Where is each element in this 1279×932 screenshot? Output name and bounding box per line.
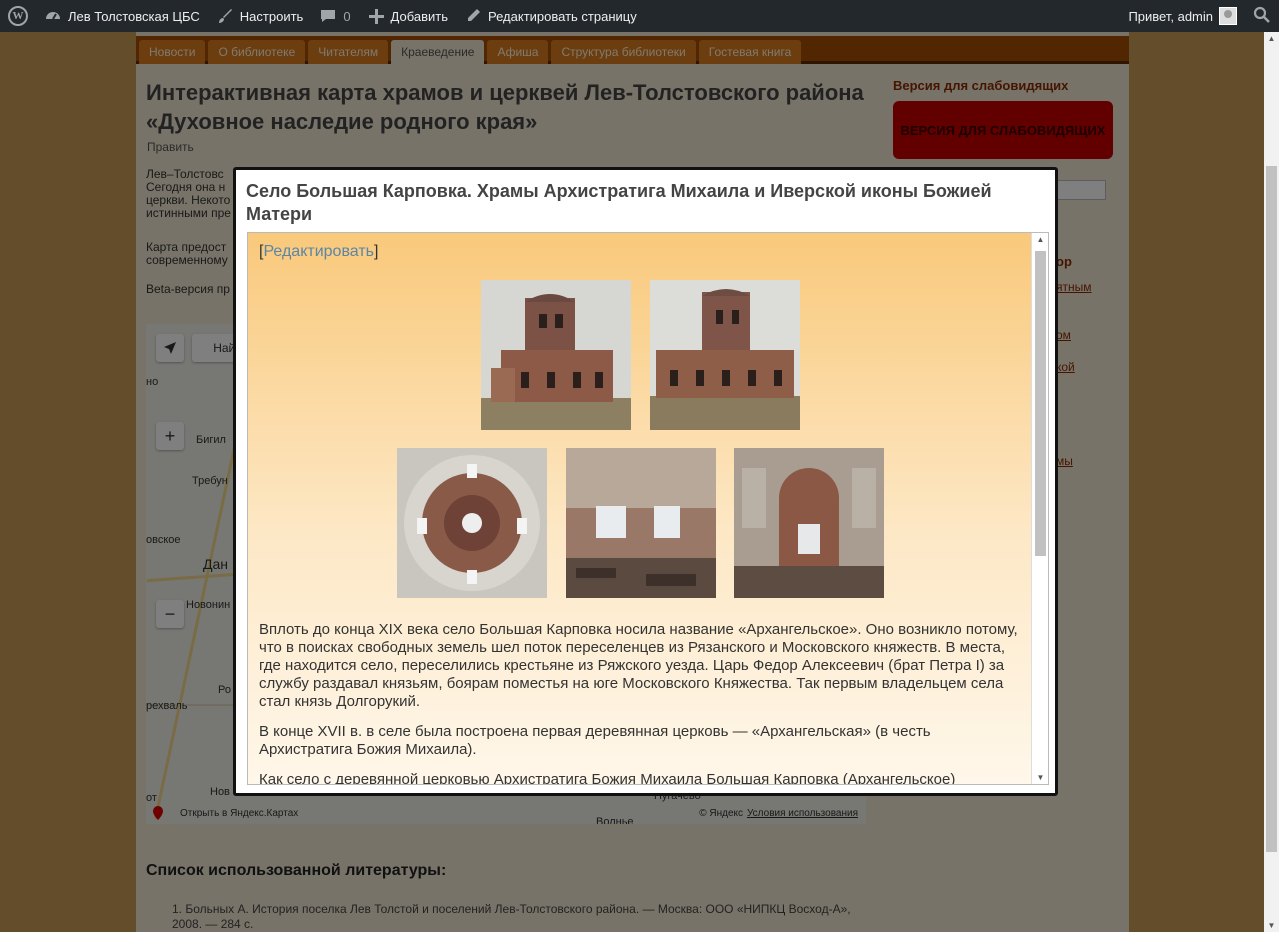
edit-page-link[interactable]: Редактировать страницу xyxy=(456,0,645,32)
modal-paragraph: Как село с деревянной церковью Архистрат… xyxy=(259,771,956,785)
edit-page-label: Редактировать страницу xyxy=(488,8,637,24)
pencil-icon xyxy=(464,7,482,25)
modal-body: [Редактировать] Вплоть до конца XIX века… xyxy=(247,232,1049,785)
site-name-label: Лев Толстовская ЦБС xyxy=(68,8,200,24)
customize-link[interactable]: Настроить xyxy=(208,0,312,32)
modal-paragraph: Вплоть до конца XIX века село Большая Ка… xyxy=(259,621,1018,710)
search-icon xyxy=(1253,6,1271,27)
brush-icon xyxy=(216,7,234,25)
window-scrollbar-thumb[interactable] xyxy=(1266,166,1277,852)
comments-count: 0 xyxy=(343,8,351,24)
window-scrollbar[interactable]: ▲ ▼ xyxy=(1264,32,1279,932)
greeting-label: Привет, admin xyxy=(1128,8,1213,24)
church-dome-interior-photo[interactable] xyxy=(397,448,547,598)
modal-edit-link[interactable]: Редактировать xyxy=(263,243,374,260)
scroll-up-arrow-icon[interactable]: ▲ xyxy=(1264,34,1279,43)
plus-icon xyxy=(367,7,385,25)
customize-label: Настроить xyxy=(239,8,304,24)
modal-title: Село Большая Карповка. Храмы Архистратиг… xyxy=(246,181,992,224)
avatar xyxy=(1219,7,1237,25)
modal-scroll-up-icon[interactable]: ▲ xyxy=(1032,235,1048,244)
comment-icon xyxy=(319,7,337,25)
edit-bracket: [Редактировать] xyxy=(259,243,379,260)
modal-scrollbar[interactable]: ▲ ▼ xyxy=(1031,233,1048,784)
add-new-label: Добавить xyxy=(390,8,448,24)
place-modal: Село Большая Карповка. Храмы Архистратиг… xyxy=(233,167,1058,796)
search-button[interactable] xyxy=(1245,0,1279,32)
modal-paragraph: В конце XVII в. в селе была построена пе… xyxy=(259,723,931,758)
church-exterior-photo[interactable] xyxy=(650,280,800,430)
dashboard-icon xyxy=(44,7,62,25)
admin-bar: W Лев Толстовская ЦБС Настроить 0 Добави… xyxy=(0,0,1279,32)
church-interior-photo[interactable] xyxy=(566,448,716,598)
modal-scroll-down-icon[interactable]: ▼ xyxy=(1032,773,1048,782)
wordpress-icon: W xyxy=(8,6,28,26)
church-exterior-photo[interactable] xyxy=(481,280,631,430)
wordpress-logo-button[interactable]: W xyxy=(0,0,36,32)
add-new-link[interactable]: Добавить xyxy=(359,0,456,32)
account-menu[interactable]: Привет, admin xyxy=(1120,0,1245,32)
modal-scrollbar-thumb[interactable] xyxy=(1035,251,1046,556)
comments-link[interactable]: 0 xyxy=(311,0,358,32)
scroll-down-arrow-icon[interactable]: ▼ xyxy=(1264,921,1279,930)
site-name-link[interactable]: Лев Толстовская ЦБС xyxy=(36,0,208,32)
church-altar-photo[interactable] xyxy=(734,448,884,598)
